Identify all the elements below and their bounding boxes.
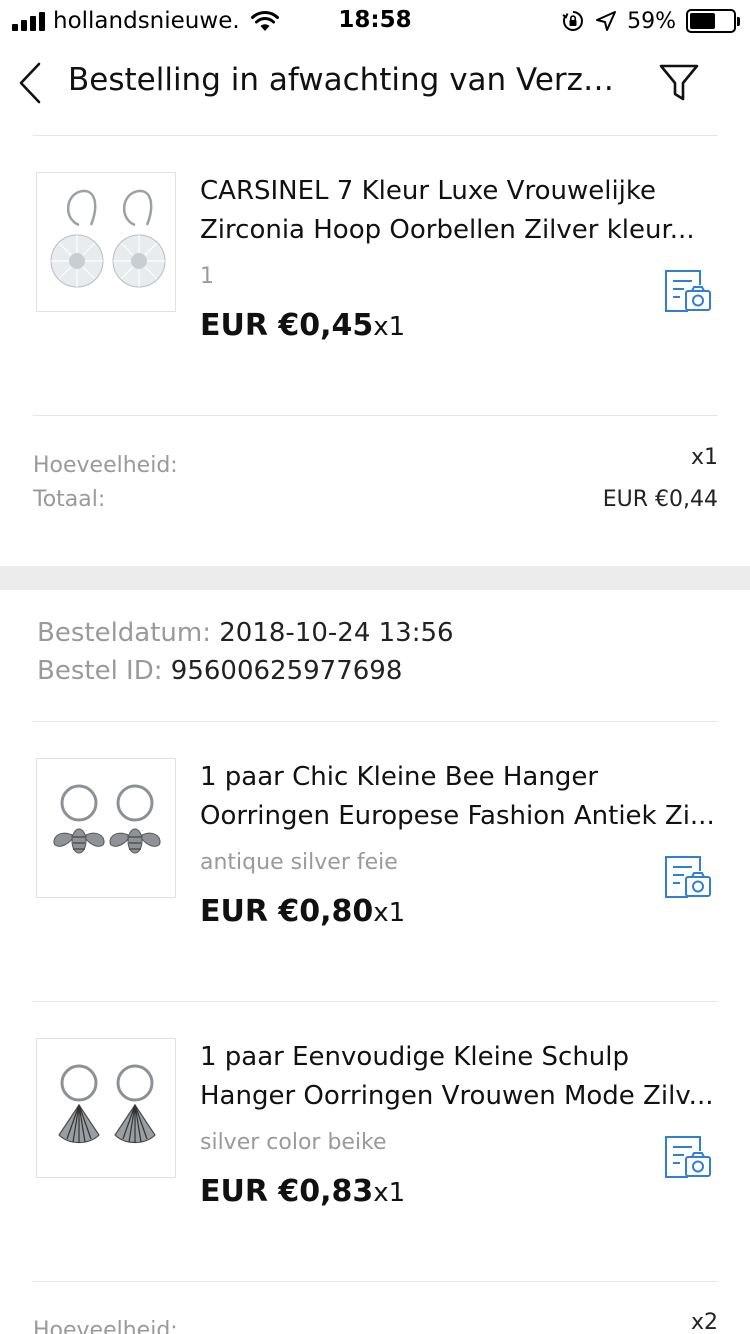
location-arrow-icon	[596, 11, 617, 31]
quantity-value: x2	[690, 1310, 718, 1334]
filter-icon	[659, 64, 699, 101]
document-camera-icon	[665, 1136, 711, 1178]
order-date: Besteldatum: 2018-10-24 13:56	[37, 618, 454, 648]
product-title[interactable]: CARSINEL 7 Kleur Luxe Vrouwelijke Zircon…	[200, 172, 718, 250]
order-date-label: Besteldatum:	[37, 618, 211, 648]
order-id: Bestel ID: 95600625977698	[37, 656, 402, 686]
order-id-label: Bestel ID:	[37, 656, 163, 686]
product-variant: 1	[200, 264, 214, 289]
shell-earrings-image	[58, 1064, 156, 1144]
product-image[interactable]	[36, 758, 176, 898]
divider	[33, 415, 718, 416]
product-title-line2: Oorringen Europese Fashion Antiek Zi...	[200, 801, 715, 831]
photo-review-button[interactable]	[664, 855, 714, 901]
document-camera-icon	[665, 270, 711, 312]
product-title-line2: Zirconia Hoop Oorbellen Zilver kleur...	[200, 215, 695, 245]
back-button[interactable]	[10, 58, 50, 108]
product-price: EUR €0,80x1	[200, 894, 405, 929]
quantity-label: Hoeveelheid:	[33, 1318, 178, 1334]
quantity-label: Hoeveelheid:	[33, 453, 178, 478]
product-title-line1: 1 paar Eenvoudige Kleine Schulp	[200, 1042, 630, 1072]
order-item[interactable]: 1 paar Eenvoudige Kleine Schulp Hanger O…	[0, 1002, 750, 1282]
page-title: Bestelling in afwachting van Verzen...	[68, 62, 628, 98]
photo-review-button[interactable]	[664, 1135, 714, 1181]
order-item[interactable]: CARSINEL 7 Kleur Luxe Vrouwelijke Zircon…	[0, 136, 750, 416]
price-amount: EUR €0,45	[200, 308, 374, 343]
status-bar: hollandsnieuwe. 18:58 59%	[0, 0, 750, 42]
product-title[interactable]: 1 paar Eenvoudige Kleine Schulp Hanger O…	[200, 1038, 718, 1116]
divider	[33, 1281, 718, 1282]
product-price: EUR €0,83x1	[200, 1174, 405, 1209]
order-item[interactable]: 1 paar Chic Kleine Bee Hanger Oorringen …	[0, 722, 750, 1002]
battery-level-fill	[690, 13, 715, 29]
photo-review-button[interactable]	[664, 269, 714, 315]
document-camera-icon	[665, 856, 711, 898]
nav-bar: Bestelling in afwachting van Verzen...	[0, 42, 750, 130]
filter-button[interactable]	[654, 58, 704, 108]
order-id-value: 95600625977698	[170, 656, 403, 686]
total-value: EUR €0,44	[602, 487, 718, 512]
chevron-left-icon	[19, 62, 41, 104]
quantity-summary: Hoeveelheid: x1	[33, 445, 718, 478]
price-quantity: x1	[373, 312, 406, 342]
product-title[interactable]: 1 paar Chic Kleine Bee Hanger Oorringen …	[200, 758, 718, 836]
quantity-value: x1	[690, 445, 718, 470]
price-quantity: x1	[373, 1178, 406, 1208]
product-image[interactable]	[36, 1038, 176, 1178]
price-amount: EUR €0,80	[200, 894, 374, 929]
total-summary: Totaal: EUR €0,44	[33, 487, 718, 512]
price-quantity: x1	[373, 898, 406, 928]
quantity-summary: Hoeveelheid: x2	[33, 1310, 718, 1334]
product-variant: antique silver feie	[200, 850, 398, 875]
status-right: 59%	[561, 6, 740, 36]
product-image[interactable]	[36, 172, 176, 312]
product-title-line1: CARSINEL 7 Kleur Luxe Vrouwelijke	[200, 176, 657, 206]
order-date-value: 2018-10-24 13:56	[219, 618, 454, 648]
total-label: Totaal:	[33, 487, 106, 512]
orientation-lock-icon	[562, 11, 584, 31]
zirconia-earrings-image	[50, 189, 166, 288]
product-variant: silver color beike	[200, 1130, 387, 1155]
product-price: EUR €0,45x1	[200, 308, 405, 343]
product-title-line1: 1 paar Chic Kleine Bee Hanger	[200, 762, 599, 792]
battery-icon	[686, 9, 740, 33]
price-amount: EUR €0,83	[200, 1174, 374, 1209]
battery-percentage: 59%	[627, 8, 676, 34]
section-separator	[0, 566, 750, 590]
bee-earrings-image	[53, 784, 161, 854]
product-title-line2: Hanger Oorringen Vrouwen Mode Zilv...	[200, 1081, 714, 1111]
